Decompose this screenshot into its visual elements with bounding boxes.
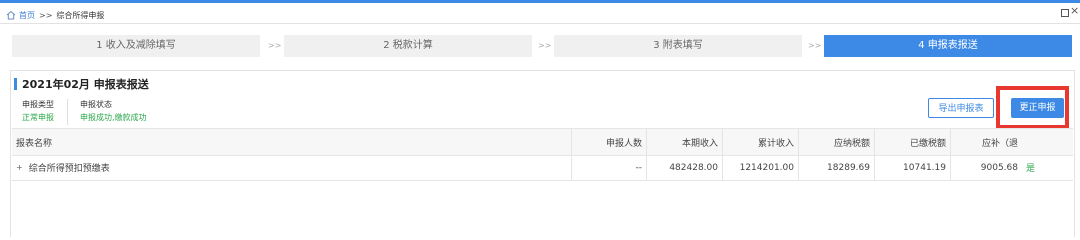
home-icon[interactable] [6, 10, 16, 20]
info-divider [67, 99, 68, 125]
declarant-count: -- [571, 155, 646, 180]
declare-type-value: 正常申报 [22, 113, 54, 122]
top-accent-bar [0, 0, 1080, 3]
section-accent [14, 78, 17, 90]
step-attachments[interactable]: 3 附表填写 [554, 35, 802, 57]
declare-type-group: 申报类型 正常申报 [22, 99, 54, 123]
step-income-deduction[interactable]: 1 收入及减除填写 [12, 35, 260, 57]
col-cumulative-income: 累计收入 [722, 129, 798, 155]
export-report-button[interactable]: 导出申报表 [928, 98, 994, 118]
breadcrumb-current: 综合所得申报 [56, 10, 105, 20]
col-declarant-count: 申报人数 [571, 129, 646, 155]
col-tax-due: 应补（退 [950, 129, 1022, 155]
header-divider [0, 23, 1080, 24]
close-icon[interactable]: × [1070, 5, 1079, 17]
tax-due: 9005.68 [950, 155, 1022, 180]
restore-icon[interactable] [1061, 9, 1069, 17]
section-title: 2021年02月 申报表报送 [22, 78, 149, 91]
breadcrumb-home-link[interactable]: 首页 [19, 10, 35, 21]
declare-status-label: 申报状态 [80, 100, 112, 109]
expand-icon[interactable]: + [16, 163, 23, 172]
declare-status-group: 申报状态 申报成功,缴款成功 [80, 99, 147, 123]
step-progress: 1 收入及减除填写 >> 2 税款计算 >> 3 附表填写 >> 4 申报表报送 [0, 35, 1080, 57]
step-separator: >> [538, 41, 552, 50]
table-header: 报表名称 申报人数 本期收入 累计收入 应纳税额 已缴税额 应补（退 [12, 128, 1073, 156]
report-name: 综合所得预扣预缴表 [28, 164, 110, 174]
col-current-income: 本期收入 [646, 129, 722, 155]
row-name-cell: + 综合所得预扣预缴表 [12, 155, 571, 180]
declare-type-label: 申报类型 [22, 100, 54, 109]
table-row[interactable]: + 综合所得预扣预缴表 -- 482428.00 1214201.00 1828… [12, 155, 1073, 181]
cumulative-income: 1214201.00 [722, 155, 798, 180]
breadcrumb-separator: >> [39, 10, 53, 20]
col-tax-payable: 应纳税额 [798, 129, 874, 155]
current-income: 482428.00 [646, 155, 722, 180]
tax-paid: 10741.19 [874, 155, 950, 180]
tax-payable: 18289.69 [798, 155, 874, 180]
col-report-name: 报表名称 [16, 138, 53, 149]
col-tax-paid: 已缴税额 [874, 129, 950, 155]
step-submit-report[interactable]: 4 申报表报送 [824, 35, 1072, 57]
highlight-box [996, 86, 1069, 129]
declare-status-value: 申报成功,缴款成功 [80, 113, 147, 122]
breadcrumb: 首页 >> 综合所得申报 [6, 8, 104, 22]
status-flag: 是 [1026, 155, 1066, 180]
status-flag-text: 是 [1026, 164, 1036, 174]
step-tax-calculation[interactable]: 2 税款计算 [284, 35, 532, 57]
step-separator: >> [808, 41, 822, 50]
step-separator: >> [268, 41, 282, 50]
